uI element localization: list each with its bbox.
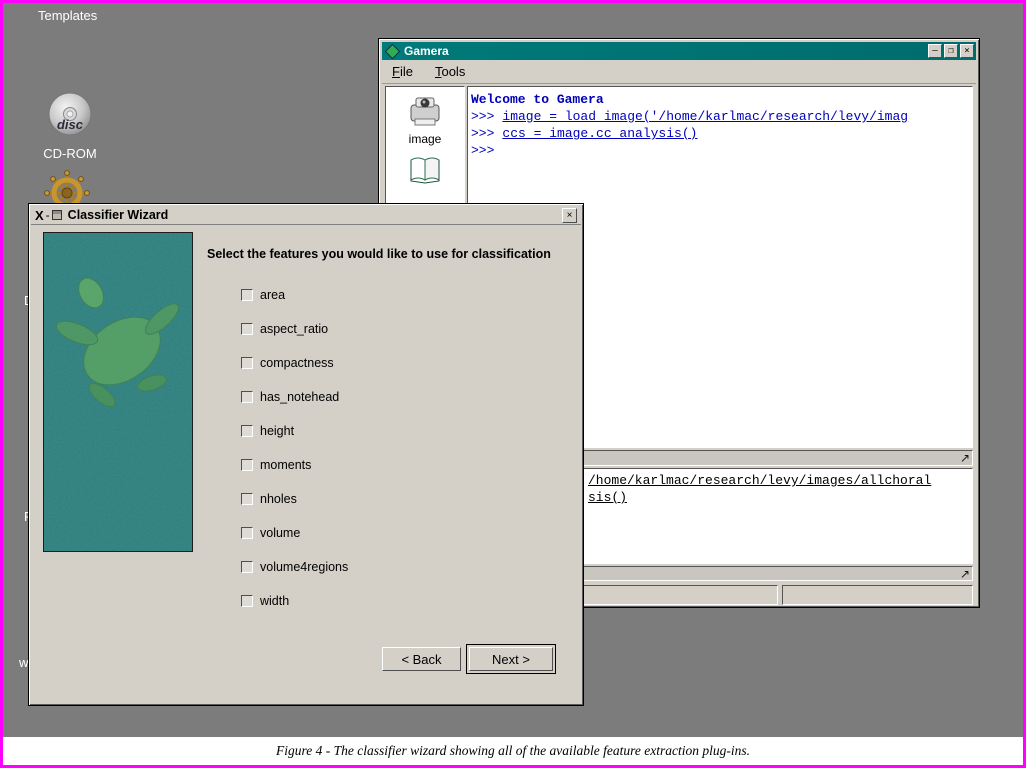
feature-label: moments	[260, 458, 311, 472]
console-prompt: >>>	[471, 143, 494, 158]
gamera-menubar: File Tools	[382, 60, 976, 84]
feature-row: volume	[241, 526, 348, 540]
menu-tools[interactable]: Tools	[431, 62, 469, 81]
next-button-default-ring: Next >	[466, 644, 556, 674]
back-button[interactable]: < Back	[382, 647, 461, 671]
console-welcome: Welcome to Gamera	[471, 91, 969, 108]
feature-label: width	[260, 594, 289, 608]
menu-file[interactable]: File	[388, 62, 417, 81]
templates-label: Templates	[38, 8, 97, 23]
console-code: ccs = image.cc_analysis()	[502, 126, 697, 141]
feature-row: height	[241, 424, 348, 438]
feature-checkbox[interactable]	[241, 323, 253, 335]
wizard-window-title: Classifier Wizard	[68, 208, 562, 222]
history-line: /home/karlmac/research/levy/images/allch…	[588, 472, 931, 489]
feature-label: compactness	[260, 356, 334, 370]
console-line: >>> image = load_image('/home/karlmac/res…	[471, 108, 969, 125]
wizard-titlebar[interactable]: X - Classifier Wizard ×	[31, 206, 581, 225]
feature-label: nholes	[260, 492, 297, 506]
feature-label: height	[260, 424, 294, 438]
feature-label: has_notehead	[260, 390, 339, 404]
console-code: image = load_image('/home/karlmac/resear…	[502, 109, 908, 124]
wizard-close-icon[interactable]: ×	[562, 208, 577, 223]
figure-caption: Figure 4 - The classifier wizard showing…	[276, 743, 750, 759]
svg-text:disc: disc	[57, 117, 84, 132]
feature-row: compactness	[241, 356, 348, 370]
history-line: sis()	[588, 489, 627, 506]
feature-checkbox[interactable]	[241, 391, 253, 403]
feature-label: area	[260, 288, 285, 302]
scrollbar-arrow-icon[interactable]: ↗	[960, 567, 970, 582]
classifier-wizard-window: X - Classifier Wizard ×	[28, 203, 584, 706]
figure-caption-strip: Figure 4 - The classifier wizard showing…	[3, 737, 1023, 765]
feature-row: width	[241, 594, 348, 608]
console-line: >>>	[471, 142, 969, 159]
maximize-icon[interactable]: ❐	[944, 44, 958, 58]
console-prompt: >>>	[471, 126, 494, 141]
feature-checkbox[interactable]	[241, 459, 253, 471]
feature-checkbox[interactable]	[241, 493, 253, 505]
feature-checkbox[interactable]	[241, 357, 253, 369]
image-icon-label: image	[386, 132, 464, 146]
feature-row: volume4regions	[241, 560, 348, 574]
feature-row: has_notehead	[241, 390, 348, 404]
feature-checkbox[interactable]	[241, 595, 253, 607]
book-icon[interactable]	[408, 172, 442, 187]
wizard-heading: Select the features you would like to us…	[207, 247, 579, 261]
console-line: >>> ccs = image.cc_analysis()	[471, 125, 969, 142]
status-panel-right	[782, 585, 973, 605]
console-prompt: >>>	[471, 109, 494, 124]
feature-row: nholes	[241, 492, 348, 506]
feature-row: area	[241, 288, 348, 302]
window-pin-icon	[52, 210, 62, 220]
scrollbar-arrow-icon[interactable]: ↗	[960, 451, 970, 466]
image-icon[interactable]	[407, 117, 443, 132]
feature-label: aspect_ratio	[260, 322, 328, 336]
feature-checkbox[interactable]	[241, 561, 253, 573]
cdrom-icon[interactable]: disc	[45, 127, 95, 142]
gamera-window-icon	[385, 43, 401, 59]
feature-checkbox[interactable]	[241, 289, 253, 301]
minimize-icon[interactable]: –	[928, 44, 942, 58]
cdrom-label: CD-ROM	[40, 146, 100, 161]
next-button[interactable]: Next >	[469, 647, 553, 671]
feature-label: volume4regions	[260, 560, 348, 574]
x11-icon: X	[35, 208, 44, 223]
feature-checkbox[interactable]	[241, 527, 253, 539]
gamera-titlebar[interactable]: Gamera – ❐ ×	[382, 42, 976, 60]
gamera-window-title: Gamera	[404, 44, 928, 58]
feature-list: area aspect_ratio compactness has_noteheadh…	[241, 288, 348, 628]
feature-row: aspect_ratio	[241, 322, 348, 336]
feature-row: moments	[241, 458, 348, 472]
feature-checkbox[interactable]	[241, 425, 253, 437]
wizard-sidebar-image	[43, 232, 193, 552]
cdrom-icon-block[interactable]: disc CD-ROM	[40, 91, 100, 161]
close-icon[interactable]: ×	[960, 44, 974, 58]
titlebar-dash: -	[46, 208, 50, 222]
feature-label: volume	[260, 526, 300, 540]
